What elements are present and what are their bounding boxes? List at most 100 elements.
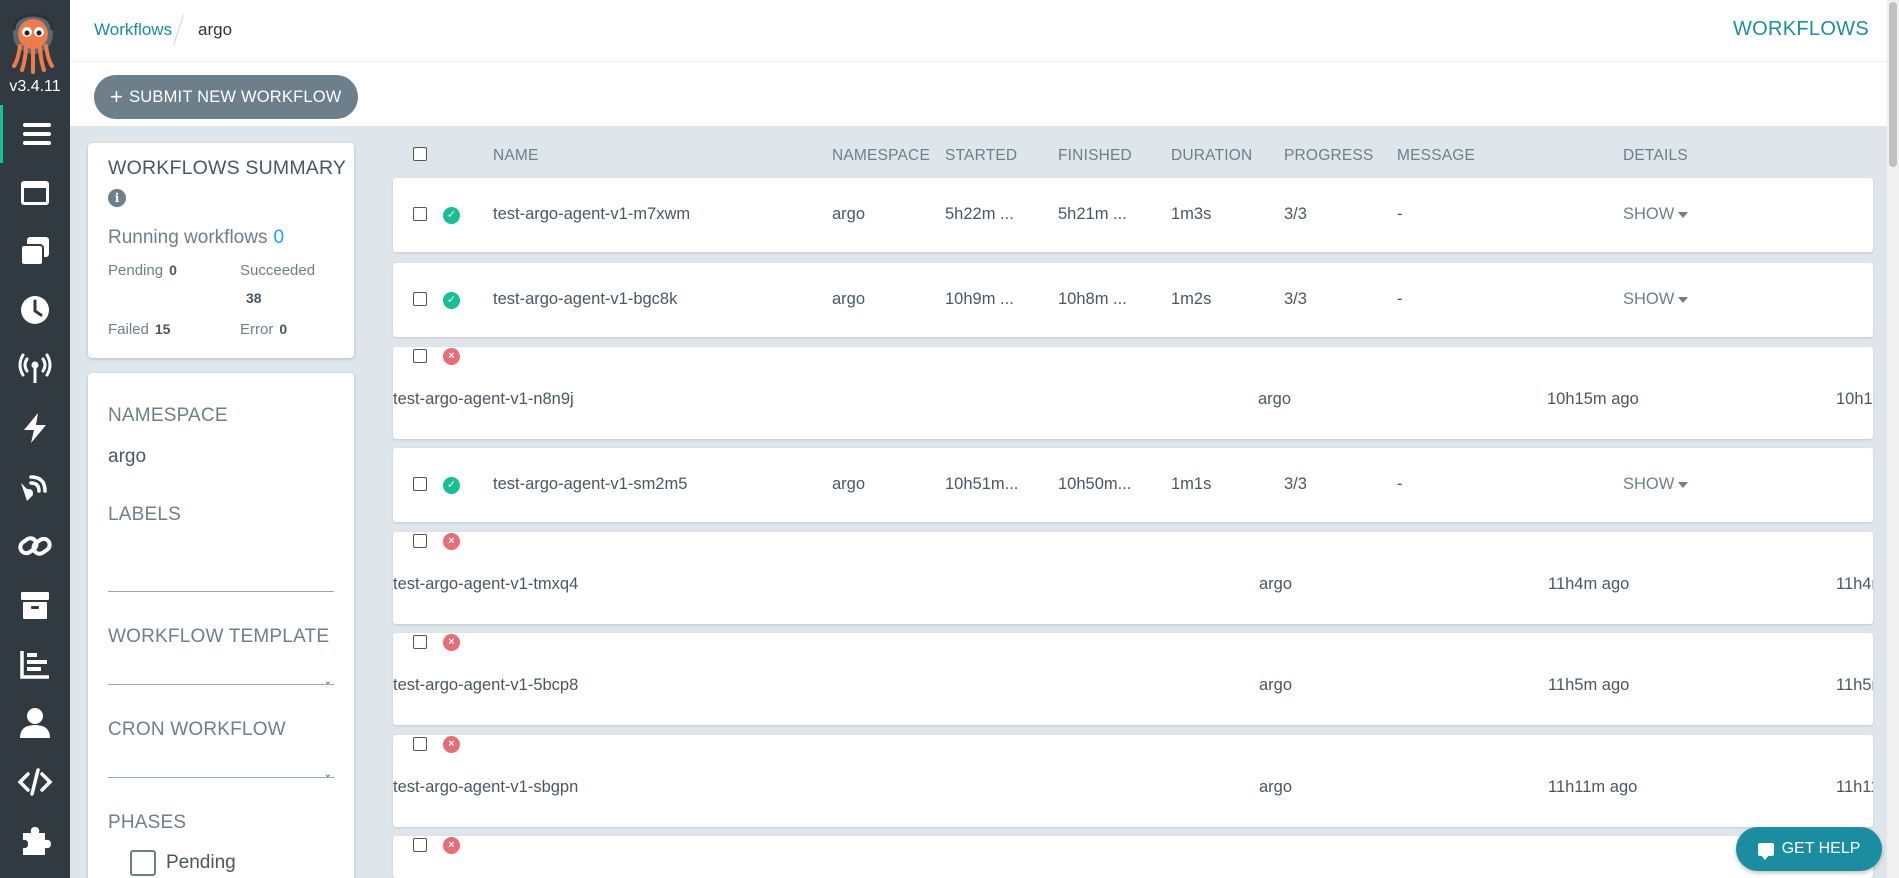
table-row[interactable]: ✓ test-argo-agent-v1-sm2m5 argo 10h51m..… [393, 448, 1873, 522]
select-all-checkbox[interactable] [413, 147, 427, 161]
row-started: 5h22m ... [945, 205, 1014, 223]
succeeded-count-wrap: 38 [246, 290, 262, 307]
scrollbar-thumb[interactable] [1889, 2, 1897, 167]
header-message[interactable]: MESSAGE [1397, 147, 1475, 165]
nav-reports[interactable] [0, 635, 70, 693]
row-name[interactable]: test-argo-agent-v1-n8n9j [393, 390, 574, 409]
get-help-button[interactable]: GET HELP [1736, 827, 1882, 871]
phase-pending-checkbox[interactable]: Pending [130, 850, 236, 876]
header-finished[interactable]: FINISHED [1058, 147, 1132, 165]
table-row[interactable]: ✓ test-argo-agent-v1-bgc8k argo 10h9m ..… [393, 263, 1873, 337]
header-duration[interactable]: DURATION [1171, 147, 1252, 165]
show-details-button[interactable]: SHOW [1623, 290, 1689, 309]
show-label: SHOW [1623, 475, 1675, 493]
show-label: SHOW [1623, 290, 1675, 308]
row-progress: 3/3 [1284, 475, 1307, 493]
satellite-icon [21, 475, 47, 501]
info-icon[interactable]: i [108, 189, 126, 207]
nav-user[interactable] [0, 694, 70, 752]
pending-count: 0 [169, 262, 177, 278]
breadcrumb-current: argo [198, 20, 233, 39]
table-row[interactable]: × test-argo-agent-v1-5bcp8 argo 11h5m ag… [393, 633, 1873, 725]
row-checkbox[interactable] [413, 635, 427, 649]
row-name[interactable]: test-argo-agent-v1-m7xwm [493, 205, 690, 224]
row-checkbox[interactable] [413, 477, 427, 491]
checkbox[interactable] [130, 850, 156, 876]
show-details-button[interactable]: SHOW [1623, 205, 1689, 224]
table-row[interactable]: ✓ test-argo-agent-v1-m7xwm argo 5h22m ..… [393, 178, 1873, 252]
row-duration: 1m1s [1171, 475, 1212, 493]
header-name[interactable]: NAME [493, 147, 539, 165]
header-details[interactable]: DETAILS [1623, 147, 1688, 165]
namespace-label: NAMESPACE [108, 405, 228, 426]
comment-icon [1757, 842, 1774, 860]
row-namespace: argo [832, 290, 866, 308]
window-icon [21, 181, 49, 205]
page-title: WORKFLOWS [1732, 18, 1869, 40]
row-finished: 10h50m... [1058, 475, 1132, 493]
row-name[interactable]: test-argo-agent-v1-5bcp8 [393, 676, 578, 695]
bolt-icon [24, 413, 46, 443]
row-checkbox[interactable] [413, 292, 427, 306]
labels-label: LABELS [108, 504, 182, 525]
header-progress[interactable]: PROGRESS [1284, 147, 1373, 165]
chart-bar-icon [20, 651, 49, 679]
check-circle-icon: ✓ [443, 292, 460, 309]
chevron-down-icon: ⌄ [323, 769, 332, 780]
nav-event-sources[interactable] [0, 340, 70, 398]
broadcast-icon [18, 353, 52, 383]
nav-sensors[interactable] [0, 399, 70, 457]
page-scrollbar[interactable] [1887, 0, 1899, 878]
show-details-button[interactable]: SHOW [1623, 475, 1689, 494]
row-finished: 11h5m a [1836, 676, 1873, 694]
nav-cron-workflows[interactable] [0, 281, 70, 339]
row-name[interactable]: test-argo-agent-v1-sbgpn [393, 778, 578, 797]
cron-workflow-select[interactable] [108, 777, 334, 778]
table-row[interactable]: × test-argo-agent-v1-n8n9j argo 10h15m a… [393, 347, 1873, 439]
pending-label: Pending [108, 262, 164, 279]
get-help-label: GET HELP [1781, 840, 1861, 857]
labels-input[interactable] [108, 591, 334, 592]
nav-workflows[interactable] [0, 105, 70, 163]
succeeded-count: 38 [246, 290, 262, 306]
row-checkbox[interactable] [413, 534, 427, 548]
row-name[interactable]: test-argo-agent-v1-sm2m5 [493, 475, 687, 494]
row-checkbox[interactable] [413, 349, 427, 363]
table-row[interactable]: × test-argo-agent-v1-tmxq4 argo 11h4m ag… [393, 532, 1873, 624]
succeeded-stat: Succeeded [240, 262, 315, 279]
row-name[interactable]: test-argo-agent-v1-tmxq4 [393, 575, 578, 594]
table-row[interactable]: × [393, 836, 1873, 878]
namespace-input[interactable]: argo [108, 446, 146, 468]
show-label: SHOW [1623, 205, 1675, 223]
nav-archived-workflows[interactable] [0, 576, 70, 634]
nav-plugins[interactable] [0, 812, 70, 870]
row-started: 11h5m ago [1548, 676, 1630, 694]
nav-event-bus[interactable] [0, 517, 70, 575]
row-checkbox[interactable] [413, 737, 427, 751]
row-checkbox[interactable] [413, 207, 427, 221]
nav-cluster-templates[interactable] [0, 222, 70, 280]
row-finished: 11h11m [1836, 778, 1873, 796]
nav-api-docs[interactable] [0, 753, 70, 811]
row-namespace: argo [832, 205, 866, 223]
row-name[interactable]: test-argo-agent-v1-bgc8k [493, 290, 677, 309]
breadcrumb-workflows-link[interactable]: Workflows [94, 20, 172, 40]
nav-workflow-templates[interactable] [0, 164, 70, 222]
caret-down-icon [1678, 211, 1689, 218]
header-started[interactable]: STARTED [945, 147, 1017, 165]
running-workflows: Running workflows 0 [108, 227, 284, 249]
row-checkbox[interactable] [413, 838, 427, 852]
row-namespace: argo [832, 475, 866, 493]
phase-pending-label: Pending [166, 852, 236, 873]
row-finished: 10h15m [1836, 390, 1873, 408]
submit-new-workflow-button[interactable]: + SUBMIT NEW WORKFLOW [94, 75, 358, 119]
row-namespace: argo [1258, 390, 1292, 408]
code-icon [17, 768, 53, 796]
header-namespace[interactable]: NAMESPACE [832, 147, 930, 165]
x-circle-icon: × [443, 348, 460, 365]
x-circle-icon: × [443, 837, 460, 854]
table-row[interactable]: × test-argo-agent-v1-sbgpn argo 11h11m a… [393, 735, 1873, 827]
error-count: 0 [279, 321, 288, 337]
workflow-template-select[interactable] [108, 684, 334, 685]
nav-event-flow[interactable] [0, 458, 70, 516]
